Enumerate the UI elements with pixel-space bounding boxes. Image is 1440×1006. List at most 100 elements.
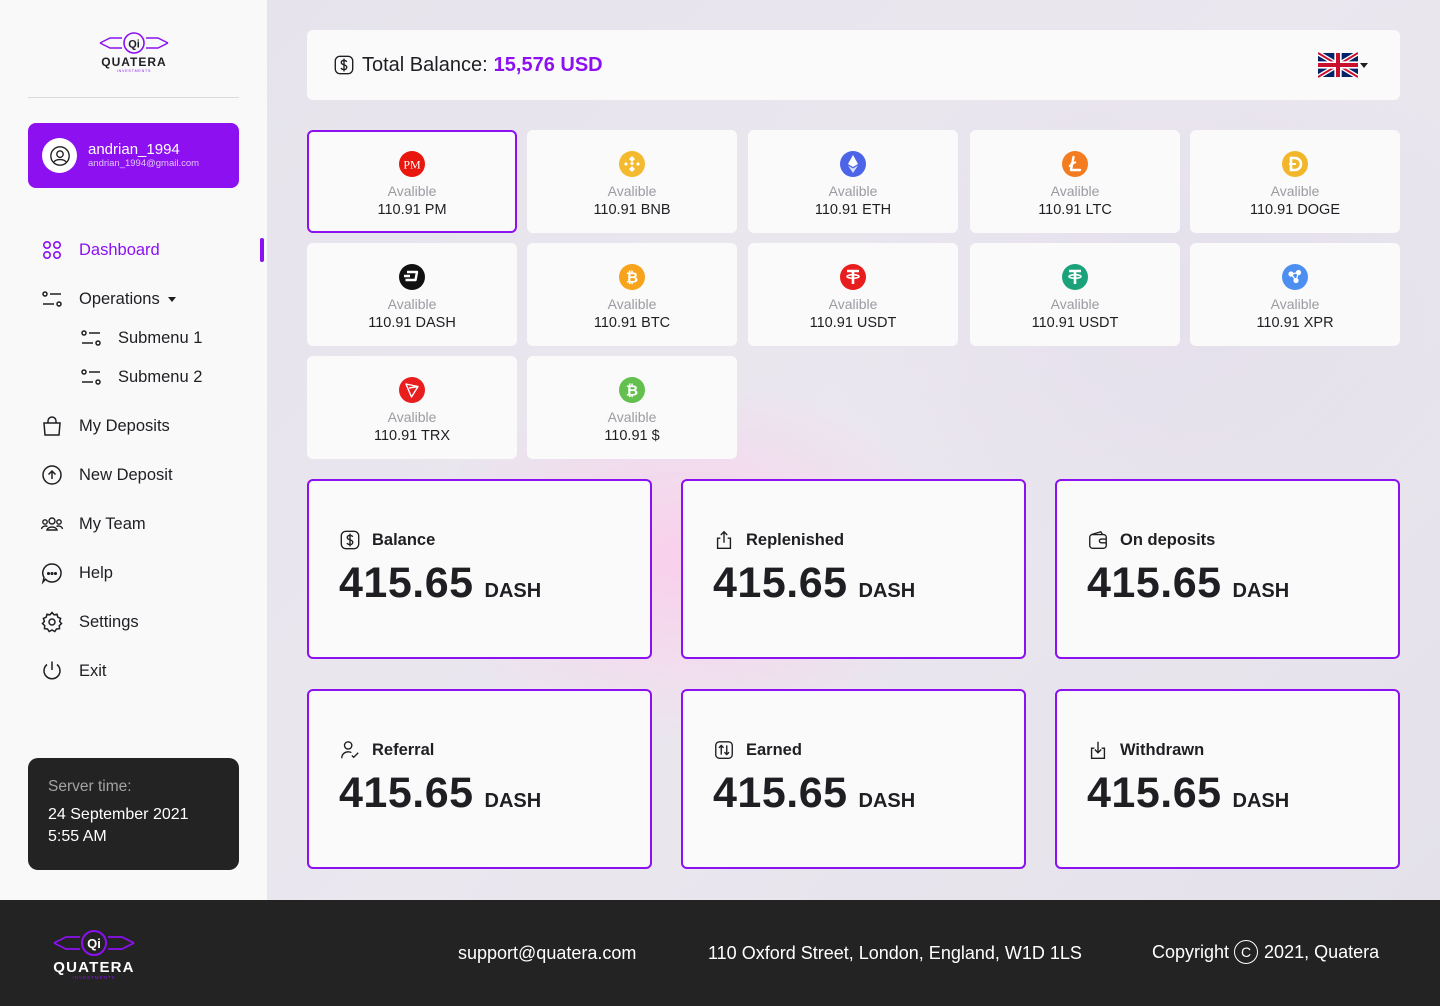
nav-submenu-2[interactable]: Submenu 2 xyxy=(79,365,202,389)
stat-value: 415.65 xyxy=(713,559,848,607)
coin-available-label: Avalible xyxy=(828,183,878,199)
language-selector[interactable] xyxy=(1318,52,1368,78)
ltc-icon xyxy=(1062,151,1088,177)
nav-dashboard[interactable]: Dashboard xyxy=(40,238,160,262)
coin-tile-xrp[interactable]: Avalible 110.91 XPR xyxy=(1190,243,1400,346)
stat-unit: DASH xyxy=(484,580,542,602)
user-email: andrian_1994@gmail.com xyxy=(88,158,200,170)
sliders-icon xyxy=(81,330,101,346)
coin-amount: 110.91 USDT xyxy=(1031,315,1119,331)
dollar-icon xyxy=(334,55,354,75)
coin-available-label: Avalible xyxy=(1050,183,1100,199)
nav-exit[interactable]: Exit xyxy=(40,659,107,683)
active-nav-indicator xyxy=(260,238,264,262)
coin-amount: 110.91 $ xyxy=(604,428,660,444)
total-balance-value: 15,576 USD xyxy=(493,53,603,76)
coin-tile-bnb[interactable]: Avalible 110.91 BNB xyxy=(527,130,737,233)
dash-icon xyxy=(399,264,425,290)
coin-amount: 110.91 ETH xyxy=(814,202,892,218)
coin-amount: 110.91 TRX xyxy=(373,428,451,444)
server-time-label: Server time: xyxy=(48,778,132,795)
user-check-icon xyxy=(341,741,359,759)
stat-unit: DASH xyxy=(1232,790,1290,812)
coin-available-label: Avalible xyxy=(1270,183,1320,199)
nav-new-deposit[interactable]: New Deposit xyxy=(40,463,173,487)
nav-my-deposits[interactable]: My Deposits xyxy=(40,414,170,438)
nav-submenu-2-label: Submenu 2 xyxy=(118,367,203,386)
nav-operations-label: Operations xyxy=(79,289,160,308)
nav-submenu-1[interactable]: Submenu 1 xyxy=(79,326,202,350)
coin-tile-usdt-red[interactable]: Avalible 110.91 USDT xyxy=(748,243,958,346)
usdt-red-icon xyxy=(840,264,866,290)
quatera-logo[interactable]: Qi QUATERA INVESTMENTS xyxy=(96,30,172,74)
coin-available-label: Avalible xyxy=(607,409,657,425)
doge-icon xyxy=(1282,151,1308,177)
eth-icon xyxy=(840,151,866,177)
svg-text:₿: ₿ xyxy=(626,270,638,287)
nav-operations[interactable]: Operations xyxy=(40,287,176,311)
pm-icon: PM xyxy=(399,151,425,177)
nav-my-deposits-label: My Deposits xyxy=(79,416,170,435)
support-email-link[interactable]: support@quatera.com xyxy=(458,943,636,964)
coin-available-label: Avalible xyxy=(1270,296,1320,312)
exchange-icon xyxy=(715,741,733,759)
coin-tile-usdt[interactable]: Avalible 110.91 USDT xyxy=(970,243,1180,346)
quatera-logo[interactable]: Qi QUATERA INVESTMENTS xyxy=(50,926,138,980)
nav-help-label: Help xyxy=(79,563,113,582)
coin-amount: 110.91 DOGE xyxy=(1249,202,1340,218)
coin-available-label: Avalible xyxy=(387,296,437,312)
btc-icon: ₿ xyxy=(619,264,645,290)
nav-submenu-1-label: Submenu 1 xyxy=(118,328,203,347)
user-profile-card[interactable]: andrian_1994 andrian_1994@gmail.com xyxy=(28,123,239,188)
stat-title: Replenished xyxy=(746,530,845,549)
user-name: andrian_1994 xyxy=(88,140,180,158)
coin-tile-bch[interactable]: ₿ Avalible 110.91 $ xyxy=(527,356,737,459)
user-icon xyxy=(49,145,70,166)
svg-text:QUATERA: QUATERA xyxy=(53,959,134,976)
stat-card-earned: Earned 415.65 DASH xyxy=(681,689,1026,869)
nav-help[interactable]: Help xyxy=(40,561,113,585)
coin-available-label: Avalible xyxy=(607,296,657,312)
svg-text:₿: ₿ xyxy=(626,383,638,400)
coin-amount: 110.91 LTC xyxy=(1038,202,1112,218)
svg-text:Qi: Qi xyxy=(87,936,101,951)
coin-available-label: Avalible xyxy=(1050,296,1100,312)
coin-tile-pm[interactable]: PM Avalible 110.91 PM xyxy=(307,130,517,233)
coin-tile-trx[interactable]: Avalible 110.91 TRX xyxy=(307,356,517,459)
stat-unit: DASH xyxy=(1232,580,1290,602)
stat-card-withdrawn: Withdrawn 415.65 DASH xyxy=(1055,689,1400,869)
copyright-prefix: Copyright xyxy=(1152,941,1230,962)
footer-address: 110 Oxford Street, London, England, W1D … xyxy=(708,943,1082,963)
coin-tile-ltc[interactable]: Avalible 110.91 LTC xyxy=(970,130,1180,233)
team-icon xyxy=(40,517,64,531)
coin-amount: 110.91 DASH xyxy=(368,315,456,331)
svg-text:INVESTMENTS: INVESTMENTS xyxy=(117,69,151,73)
uk-flag-icon xyxy=(1318,52,1358,78)
trx-icon xyxy=(399,377,425,403)
coin-available-label: Avalible xyxy=(607,183,657,199)
stat-value: 415.65 xyxy=(339,769,474,817)
grid-icon xyxy=(42,240,62,260)
stat-card-referral: Referral 415.65 DASH xyxy=(307,689,652,869)
copyright-icon: C xyxy=(1234,940,1259,964)
nav-my-team[interactable]: My Team xyxy=(40,512,146,536)
coin-tile-doge[interactable]: Avalible 110.91 DOGE xyxy=(1190,130,1400,233)
coin-amount: 110.91 USDT xyxy=(809,315,897,331)
svg-text:INVESTMENTS: INVESTMENTS xyxy=(72,975,115,980)
stat-value: 415.65 xyxy=(339,559,474,607)
wallet-icon xyxy=(1089,530,1107,549)
nav-settings[interactable]: Settings xyxy=(40,610,139,634)
stat-title: Balance xyxy=(372,530,436,549)
bch-icon: ₿ xyxy=(619,377,645,403)
sliders-icon xyxy=(81,369,101,385)
stat-card-on-deposits: On deposits 415.65 DASH xyxy=(1055,479,1400,659)
copyright-suffix: 2021, Quatera xyxy=(1264,941,1380,962)
user-avatar xyxy=(42,138,77,173)
coin-tile-dash[interactable]: Avalible 110.91 DASH xyxy=(307,243,517,346)
coin-tile-eth[interactable]: Avalible 110.91 ETH xyxy=(748,130,958,233)
coin-tile-btc[interactable]: ₿ Avalible 110.91 BTC xyxy=(527,243,737,346)
bnb-icon xyxy=(619,151,645,177)
stat-value: 415.65 xyxy=(1087,769,1222,817)
total-balance-label: Total Balance: xyxy=(362,53,488,76)
dollar-icon xyxy=(340,530,360,550)
